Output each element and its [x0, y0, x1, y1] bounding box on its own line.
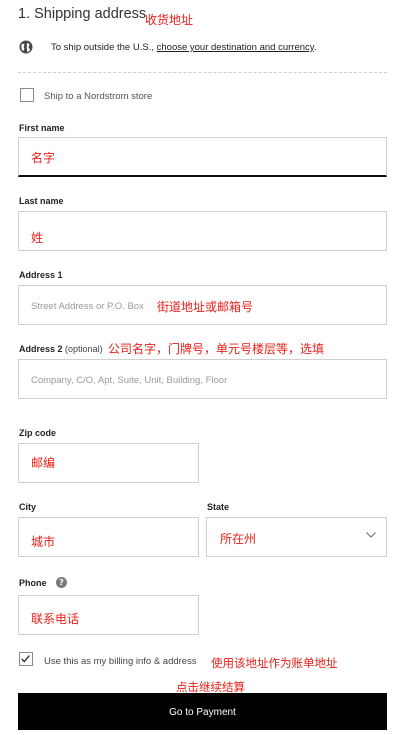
address2-field[interactable]: Company, C/O, Apt, Suite, Unit, Building…: [18, 359, 387, 399]
phone-value: 联系电话: [31, 612, 80, 626]
intl-shipping-suffix: .: [313, 42, 317, 53]
zip-value: 邮编: [31, 456, 56, 470]
chevron-down-icon: [366, 532, 376, 538]
help-icon[interactable]: ?: [56, 577, 67, 588]
checkmark-icon: [21, 655, 30, 663]
city-value: 城市: [31, 535, 56, 549]
last-name-label: Last name: [19, 196, 64, 206]
zip-field[interactable]: 邮编: [18, 443, 199, 483]
address1-annotation: 街道地址或邮箱号: [157, 300, 254, 314]
address2-placeholder: Company, C/O, Apt, Suite, Unit, Building…: [31, 375, 228, 386]
ship-to-store-checkbox[interactable]: [20, 88, 34, 102]
destination-currency-link[interactable]: choose your destination and currency: [157, 42, 314, 53]
address2-label-text: Address 2: [19, 344, 63, 354]
address1-field[interactable]: Street Address or P.O. Box 街道地址或邮箱号: [18, 285, 387, 325]
city-field[interactable]: 城市: [18, 517, 199, 557]
section-title: 1. Shipping address: [18, 6, 147, 22]
address1-label: Address 1: [19, 270, 63, 280]
address2-optional: (optional): [65, 344, 103, 354]
address2-label: Address 2 (optional): [19, 344, 103, 354]
state-select[interactable]: 所在州: [206, 517, 387, 557]
last-name-value: 姓: [31, 231, 44, 245]
globe-icon: [19, 40, 33, 54]
billing-checkbox[interactable]: [19, 652, 33, 666]
intl-shipping-text: To ship outside the U.S., choose your de…: [51, 42, 316, 53]
first-name-label: First name: [19, 123, 65, 133]
phone-field[interactable]: 联系电话: [18, 595, 199, 635]
phone-label: Phone: [19, 578, 47, 588]
section-annotation: 收货地址: [145, 13, 194, 27]
billing-label: Use this as my billing info & address: [44, 656, 197, 667]
intl-shipping-label: To ship outside the U.S.,: [51, 42, 157, 53]
billing-annotation: 使用该地址作为账单地址: [211, 656, 338, 670]
state-label: State: [207, 502, 230, 512]
zip-label: Zip code: [19, 428, 57, 438]
address2-annotation: 公司名字，门牌号，单元号楼层等，选填: [108, 342, 325, 356]
first-name-value: 名字: [31, 151, 56, 165]
state-value: 所在州: [220, 532, 257, 546]
address1-placeholder: Street Address or P.O. Box: [31, 301, 144, 312]
last-name-field[interactable]: 姓: [18, 211, 387, 251]
section-divider: [18, 72, 387, 73]
go-to-payment-button[interactable]: Go to Payment: [18, 693, 387, 730]
first-name-field[interactable]: 名字: [18, 137, 387, 177]
city-label: City: [19, 502, 37, 512]
ship-to-store-label: Ship to a Nordstrom store: [44, 91, 153, 102]
